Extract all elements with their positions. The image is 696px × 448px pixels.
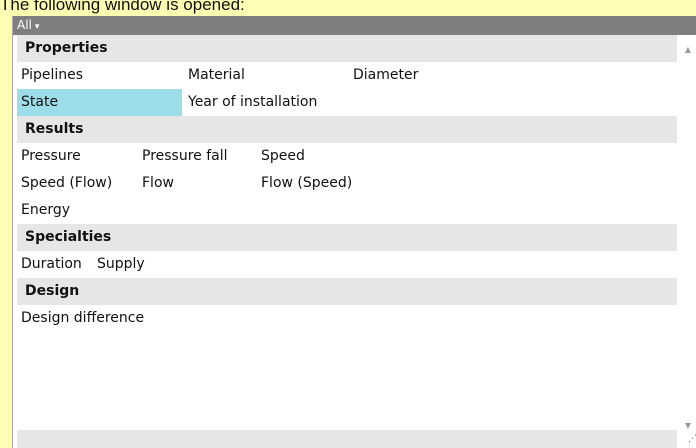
- item-flow-speed[interactable]: Flow (Speed): [257, 170, 352, 197]
- chevron-down-icon: ▾: [34, 22, 40, 32]
- item-design-difference[interactable]: Design difference: [17, 305, 144, 332]
- filter-bar: All ▾: [13, 16, 696, 35]
- item-supply[interactable]: Supply: [93, 251, 145, 278]
- item-diameter[interactable]: Diameter: [349, 62, 418, 89]
- item-state[interactable]: State: [17, 89, 182, 116]
- group-header-results: Results: [17, 116, 677, 143]
- item-pipelines[interactable]: Pipelines: [17, 62, 83, 89]
- scroll-down-icon[interactable]: ▼: [679, 417, 696, 435]
- item-speed-flow[interactable]: Speed (Flow): [17, 170, 112, 197]
- resize-grip-icon[interactable]: ⋰: [688, 434, 696, 444]
- column-chooser-panel: All ▾ Properties Pipelines Material Diame…: [12, 16, 696, 448]
- item-material[interactable]: Material: [184, 62, 245, 89]
- filter-dropdown[interactable]: All ▾: [17, 16, 39, 35]
- item-year-of-installation[interactable]: Year of installation: [184, 89, 317, 116]
- item-pressure-fall[interactable]: Pressure fall: [138, 143, 228, 170]
- scroll-up-icon[interactable]: ▲: [679, 41, 696, 59]
- item-duration[interactable]: Duration: [17, 251, 82, 278]
- group-title: Properties: [25, 40, 108, 56]
- group-header-design: Design: [17, 278, 677, 305]
- group-header-specialties: Specialties: [17, 224, 677, 251]
- group-title: Results: [25, 121, 84, 137]
- item-pressure[interactable]: Pressure: [17, 143, 81, 170]
- item-speed[interactable]: Speed: [257, 143, 305, 170]
- group-title: Specialties: [25, 229, 112, 245]
- next-group-header-partial: [17, 430, 677, 448]
- group-title: Design: [25, 283, 80, 299]
- group-header-properties: Properties: [17, 35, 677, 62]
- item-flow[interactable]: Flow: [138, 170, 174, 197]
- instruction-caption: The following window is opened:: [0, 0, 245, 14]
- item-energy[interactable]: Energy: [17, 197, 70, 224]
- vertical-scrollbar[interactable]: ▲ ▼: [679, 35, 696, 448]
- filter-label: All: [17, 18, 32, 32]
- attribute-list: Properties Pipelines Material Diameter S…: [17, 35, 677, 448]
